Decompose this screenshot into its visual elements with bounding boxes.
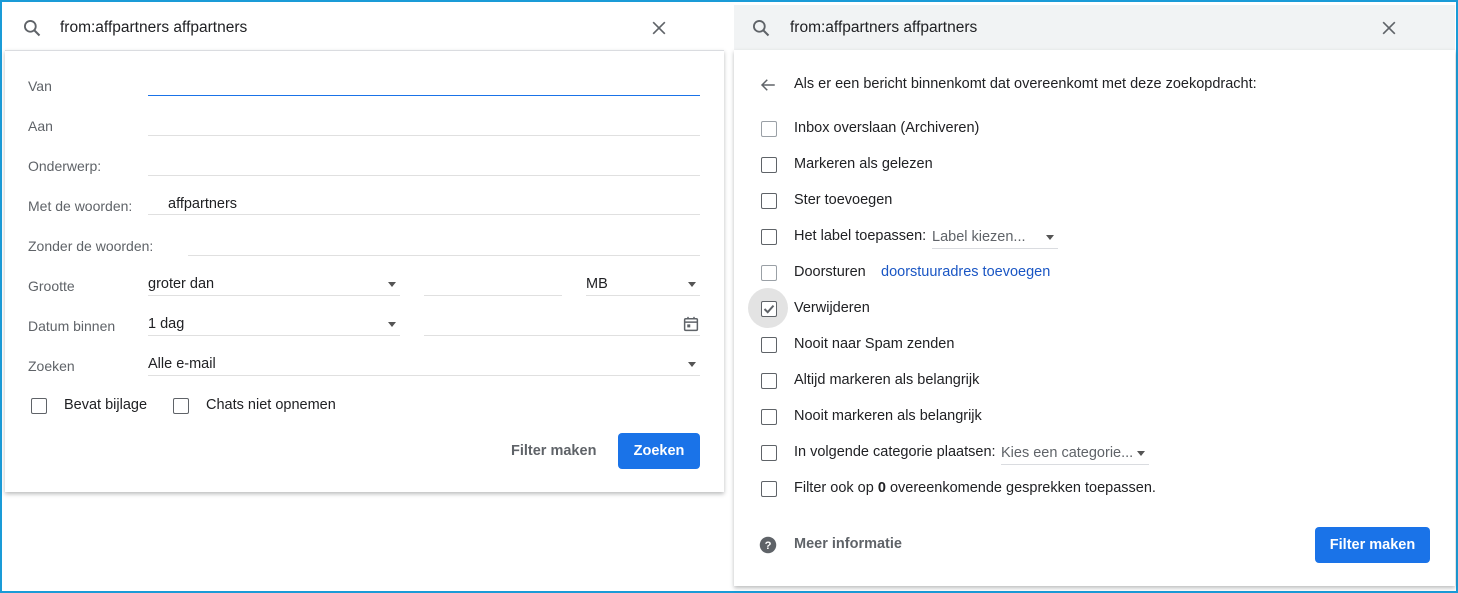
always-important-label: Altijd markeren als belangrijk	[794, 372, 980, 388]
back-arrow-icon[interactable]	[759, 76, 777, 94]
always-important-checkbox[interactable]	[761, 373, 777, 389]
delete-checkbox[interactable]	[761, 301, 777, 317]
forward-label: Doorsturen	[794, 264, 866, 280]
svg-text:?: ?	[765, 540, 772, 552]
skip-inbox-label: Inbox overslaan (Archiveren)	[794, 120, 980, 136]
search-query-text[interactable]: from:affpartners affpartners	[790, 19, 977, 37]
more-info-link[interactable]: Meer informatie	[794, 536, 902, 552]
chevron-down-icon	[388, 282, 396, 287]
category-select-value: Kies een categorie...	[1001, 445, 1134, 461]
from-field[interactable]	[148, 73, 700, 96]
apply-existing-prefix: Filter ook op	[794, 480, 874, 496]
size-value-field[interactable]	[424, 273, 562, 296]
calendar-icon[interactable]	[682, 315, 700, 333]
has-attachment-label: Bevat bijlage	[64, 397, 148, 413]
never-important-checkbox[interactable]	[761, 409, 777, 425]
chevron-down-icon	[688, 282, 696, 287]
categorize-checkbox[interactable]	[761, 445, 777, 461]
skip-inbox-checkbox[interactable]	[761, 121, 777, 137]
apply-label-label: Het label toepassen:	[794, 228, 927, 244]
add-forwarding-address-link[interactable]: doorstuuradres toevoegen	[881, 264, 1050, 280]
filter-actions-panel: Als er een bericht binnenkomt dat overee…	[734, 50, 1455, 586]
label-select-value: Label kiezen...	[932, 229, 1026, 245]
size-unit-select[interactable]: MB	[586, 273, 700, 296]
apply-existing-count: 0	[877, 480, 886, 496]
search-scope-select[interactable]: Alle e-mail	[148, 353, 700, 376]
help-icon[interactable]: ?	[759, 536, 777, 554]
size-operator-select[interactable]: groter dan	[148, 273, 400, 296]
apply-existing-label: Filter ook op 0 overeenkomende gesprekke…	[794, 480, 1156, 496]
search-button[interactable]: Zoeken	[618, 433, 700, 469]
has-words-field[interactable]: affpartners	[148, 193, 700, 215]
category-select[interactable]: Kies een categorie...	[1001, 442, 1149, 465]
apply-label-checkbox[interactable]	[761, 229, 777, 245]
close-icon[interactable]	[649, 18, 669, 38]
star-label: Ster toevoegen	[794, 192, 893, 208]
delete-label: Verwijderen	[794, 300, 870, 316]
mark-read-label: Markeren als gelezen	[794, 156, 933, 172]
close-icon[interactable]	[1379, 18, 1399, 38]
has-words-label: Met de woorden:	[28, 198, 133, 214]
never-spam-checkbox[interactable]	[761, 337, 777, 353]
exclude-chats-label: Chats niet opnemen	[206, 397, 336, 413]
categorize-label: In volgende categorie plaatsen:	[794, 444, 996, 460]
subject-label: Onderwerp:	[28, 158, 102, 174]
chevron-down-icon	[688, 362, 696, 367]
right-search-bar[interactable]: from:affpartners affpartners	[734, 5, 1455, 50]
search-in-label: Zoeken	[28, 358, 75, 374]
apply-existing-suffix: overeenkomende gesprekken toepassen.	[889, 480, 1156, 496]
from-label: Van	[28, 78, 52, 94]
create-filter-button[interactable]: Filter maken	[511, 443, 596, 459]
create-filter-button[interactable]: Filter maken	[1315, 527, 1430, 563]
checkmark-icon	[763, 304, 775, 314]
forward-checkbox[interactable]	[761, 265, 777, 281]
chevron-down-icon	[388, 322, 396, 327]
mark-read-checkbox[interactable]	[761, 157, 777, 173]
star-checkbox[interactable]	[761, 193, 777, 209]
chevron-down-icon	[1046, 235, 1054, 240]
date-field[interactable]	[424, 313, 700, 336]
search-icon[interactable]	[22, 18, 42, 38]
search-icon[interactable]	[751, 18, 771, 38]
advanced-search-panel: Van Aan Onderwerp: Met de woorden: affpa…	[5, 50, 724, 492]
never-spam-label: Nooit naar Spam zenden	[794, 336, 955, 352]
date-range-value: 1 dag	[148, 316, 185, 332]
left-search-bar[interactable]: from:affpartners affpartners	[5, 5, 724, 50]
without-words-field[interactable]	[188, 233, 700, 256]
without-words-label: Zonder de woorden:	[28, 238, 154, 254]
size-operator-value: groter dan	[148, 276, 215, 292]
to-field[interactable]	[148, 113, 700, 136]
date-range-select[interactable]: 1 dag	[148, 313, 400, 336]
search-query-text[interactable]: from:affpartners affpartners	[60, 19, 247, 37]
size-label: Grootte	[28, 278, 75, 294]
has-attachment-checkbox[interactable]	[31, 398, 47, 414]
exclude-chats-checkbox[interactable]	[173, 398, 189, 414]
subject-field[interactable]	[148, 153, 700, 176]
label-select[interactable]: Label kiezen...	[932, 226, 1058, 249]
filter-heading: Als er een bericht binnenkomt dat overee…	[794, 76, 1257, 92]
chevron-down-icon	[1137, 451, 1145, 456]
never-important-label: Nooit markeren als belangrijk	[794, 408, 982, 424]
size-unit-value: MB	[586, 276, 608, 292]
date-within-label: Datum binnen	[28, 318, 116, 334]
to-label: Aan	[28, 118, 53, 134]
apply-existing-checkbox[interactable]	[761, 481, 777, 497]
search-scope-value: Alle e-mail	[148, 356, 216, 372]
